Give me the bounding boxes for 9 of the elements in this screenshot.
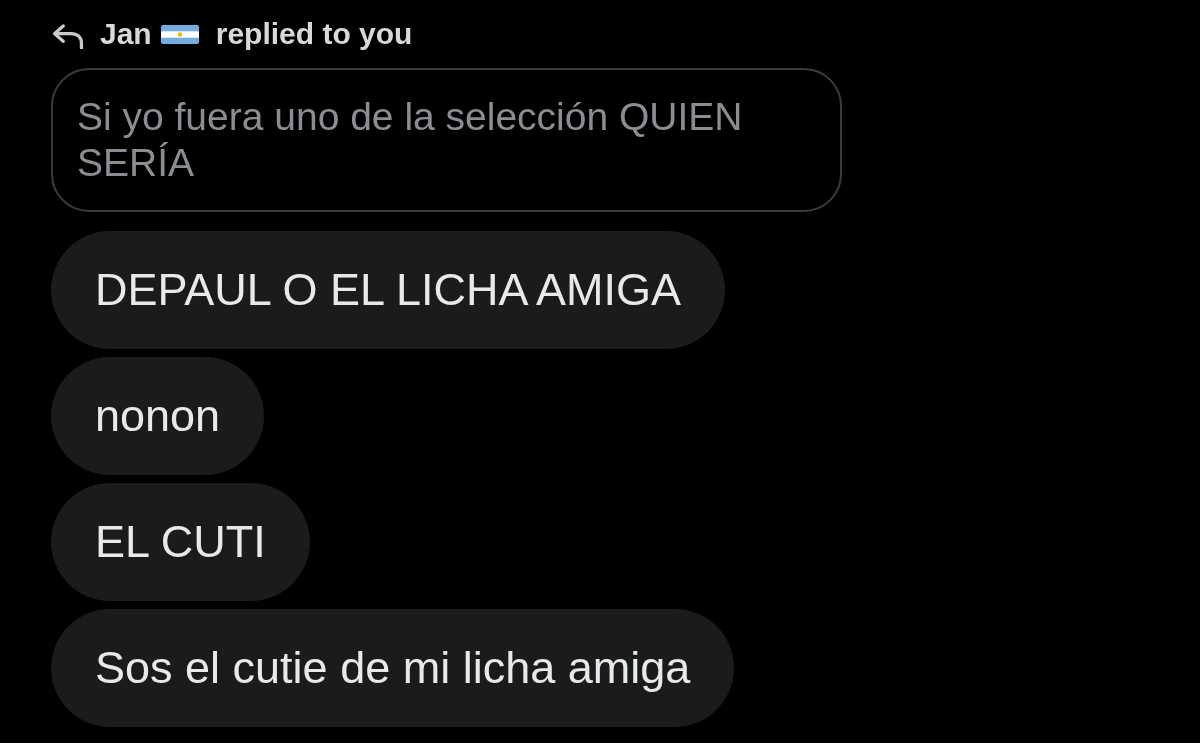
message-bubble: Sos el cutie de mi licha amiga <box>51 609 735 727</box>
reply-arrow-icon <box>51 23 85 49</box>
notification-text: replied to you <box>215 17 413 51</box>
message-bubble: DEPAUL O EL LICHA AMIGA <box>51 231 726 349</box>
message-bubble: EL CUTI <box>51 483 310 601</box>
flag-icon <box>160 24 199 44</box>
message-bubble: nonon <box>51 357 265 475</box>
quoted-message: Si yo fuera uno de la selección QUIEN SERÍA <box>51 68 842 212</box>
sender-name: Jan <box>100 17 152 51</box>
